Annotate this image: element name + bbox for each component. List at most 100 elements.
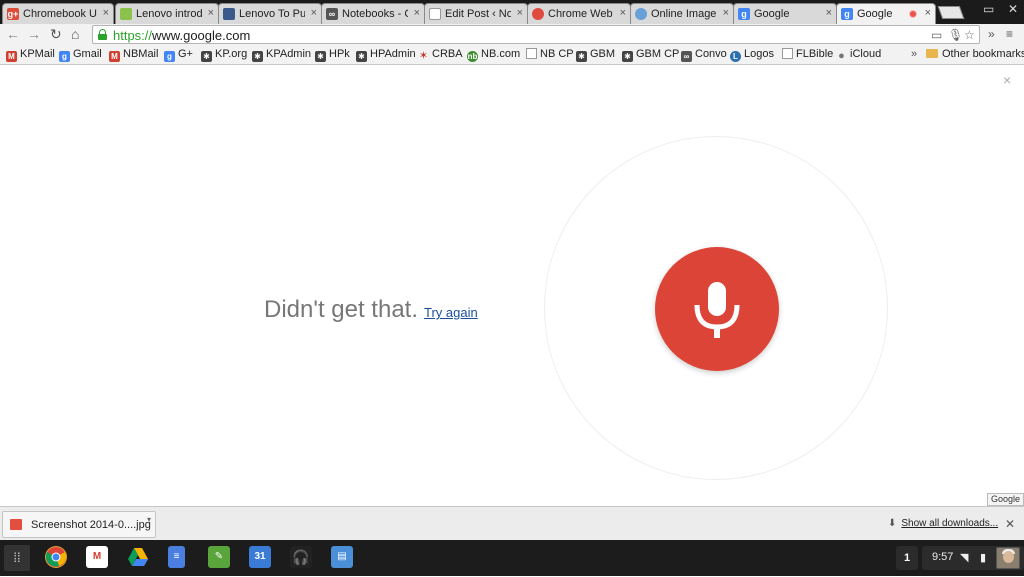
app-launcher-icon[interactable]: ⁞⁞ <box>4 545 30 571</box>
chain-icon: ∞ <box>326 8 338 20</box>
chrome-icon <box>532 8 544 20</box>
tab-lenovo-introduces[interactable]: Lenovo introdu × <box>115 3 219 24</box>
bookmark-flbible[interactable]: FLBible <box>782 48 833 62</box>
toolbar: ← → ↻ ⌂ https://www.google.com ▭ 🎙 ☆ » ≡ <box>0 24 1024 45</box>
menu-icon[interactable]: ≡ <box>1006 27 1013 41</box>
minimize-icon[interactable]: ▭ <box>983 2 994 16</box>
chevron-down-icon[interactable]: ▾ <box>147 515 151 524</box>
back-button[interactable]: ← <box>6 26 20 42</box>
tab-label: Google <box>754 8 820 20</box>
gear-icon: ✱ <box>576 51 587 62</box>
image-file-icon <box>10 519 22 530</box>
microphone-icon[interactable]: 🎙 <box>948 28 963 42</box>
close-icon[interactable]: × <box>517 7 523 19</box>
tab-label: Edit Post ‹ Note <box>445 8 511 20</box>
close-icon[interactable]: × <box>723 7 729 19</box>
gmail-icon: M <box>6 51 17 62</box>
bookmark-kpadmin[interactable]: ✱KPAdmin <box>252 48 311 62</box>
lock-icon <box>98 29 107 40</box>
gear-icon: ✱ <box>201 51 212 62</box>
bookmark-convo[interactable]: ∞Convo <box>681 48 727 62</box>
notification-count[interactable]: 1 <box>896 546 918 570</box>
extensions-chevron-icon[interactable]: » <box>988 27 995 41</box>
bookmark-kporg[interactable]: ✱KP.org <box>201 48 247 62</box>
gmail-icon[interactable]: M <box>86 546 108 568</box>
android-icon <box>120 8 132 20</box>
bookmark-nbmail[interactable]: MNBMail <box>109 48 158 62</box>
nb-icon: nb <box>467 51 478 62</box>
try-again-link[interactable]: Try again <box>424 305 478 320</box>
bookmark-gplus[interactable]: gG+ <box>164 48 193 62</box>
omnibox[interactable]: https://www.google.com ▭ 🎙 ☆ <box>92 25 980 44</box>
camera-icon[interactable]: ▭ <box>931 28 942 42</box>
avatar <box>996 547 1020 569</box>
chrome-icon[interactable] <box>45 546 67 568</box>
bookmark-logos[interactable]: LLogos <box>730 48 774 62</box>
bookmark-kpmail[interactable]: MKPMail <box>6 48 55 62</box>
bookmark-hpk[interactable]: ✱HPk <box>315 48 350 62</box>
close-icon[interactable]: × <box>925 7 931 19</box>
tab-notebooks[interactable]: ∞ Notebooks - C × <box>321 3 425 24</box>
microphone-button[interactable] <box>655 247 779 371</box>
other-bookmarks[interactable]: Other bookmarks <box>926 48 1024 62</box>
tab-label: Notebooks - C <box>342 8 408 20</box>
microphone-icon <box>655 247 779 371</box>
folder-icon <box>926 49 938 58</box>
google-icon: g <box>738 8 750 20</box>
bookmarks-overflow-icon[interactable]: » <box>911 48 917 62</box>
download-item[interactable]: Screenshot 2014-0....jpg ▾ <box>2 511 156 538</box>
close-icon[interactable]: × <box>311 7 317 19</box>
tab-chrome-web-store[interactable]: Chrome Web S × <box>527 3 631 24</box>
star-icon: ✶ <box>418 51 429 62</box>
bookmark-nbcom[interactable]: nbNB.com <box>467 48 520 62</box>
page-icon <box>429 8 441 20</box>
new-tab-button[interactable] <box>938 6 965 19</box>
headphones-icon[interactable]: 🎧 <box>290 546 312 568</box>
status-tray[interactable]: 9:57 ◥ ▮ <box>922 546 1024 570</box>
url-text[interactable]: https://www.google.com <box>113 28 250 43</box>
evernote-icon[interactable]: ✎ <box>208 546 230 568</box>
google-plus-icon: g+ <box>7 8 19 20</box>
close-window-icon[interactable]: ✕ <box>1008 2 1018 16</box>
close-icon[interactable]: × <box>826 7 832 19</box>
close-icon[interactable]: × <box>1003 72 1011 88</box>
tab-google[interactable]: g Google × <box>733 3 837 24</box>
chain-icon: ∞ <box>681 51 692 62</box>
tab-chromebook[interactable]: g+ Chromebook U × <box>2 3 114 24</box>
close-icon[interactable]: × <box>414 7 420 19</box>
calendar-icon[interactable]: 31 <box>249 546 271 568</box>
show-all-downloads-link[interactable]: ⬇Show all downloads... <box>888 518 998 529</box>
reload-button[interactable]: ↻ <box>50 26 62 42</box>
star-icon[interactable]: ☆ <box>964 28 975 42</box>
bookmark-icloud[interactable]: ●iCloud <box>836 48 881 62</box>
chart-icon <box>223 8 235 20</box>
home-button[interactable]: ⌂ <box>71 26 79 42</box>
globe-icon <box>635 8 647 20</box>
page-icon <box>526 48 537 59</box>
drive-icon[interactable] <box>127 546 149 568</box>
gear-icon: ✱ <box>622 51 633 62</box>
tab-label: Chrome Web S <box>548 8 614 20</box>
bookmark-gbm[interactable]: ✱GBM <box>576 48 615 62</box>
tab-google-active[interactable]: g Google × <box>836 3 936 24</box>
bookmark-crba[interactable]: ✶CRBA <box>418 48 463 62</box>
bookmark-hpadmin[interactable]: ✱HPAdmin <box>356 48 416 62</box>
close-icon[interactable]: ✕ <box>1005 517 1015 531</box>
tab-edit-post[interactable]: Edit Post ‹ Note × <box>424 3 528 24</box>
close-icon[interactable]: × <box>208 7 214 19</box>
close-icon[interactable]: × <box>103 7 109 19</box>
folder-icon[interactable]: ▤ <box>331 546 353 568</box>
taskbar: ⁞⁞ M ≡ ✎ 31 🎧 ▤ 1 9:57 ◥ ▮ <box>0 540 1024 576</box>
bookmark-gbmcp[interactable]: ✱GBM CP <box>622 48 679 62</box>
bookmark-gmail[interactable]: gGmail <box>59 48 102 62</box>
tab-online-image[interactable]: Online Image C × <box>630 3 734 24</box>
tab-lenovo-pure[interactable]: Lenovo To Pure × <box>218 3 322 24</box>
bookmark-nbcp[interactable]: NB CP <box>526 48 574 62</box>
gear-icon: ✱ <box>252 51 263 62</box>
google-icon: g <box>164 51 175 62</box>
apple-icon: ● <box>836 51 847 62</box>
battery-icon: ▮ <box>980 551 986 564</box>
docs-icon[interactable]: ≡ <box>168 546 185 568</box>
forward-button[interactable]: → <box>27 26 41 42</box>
close-icon[interactable]: × <box>620 7 626 19</box>
